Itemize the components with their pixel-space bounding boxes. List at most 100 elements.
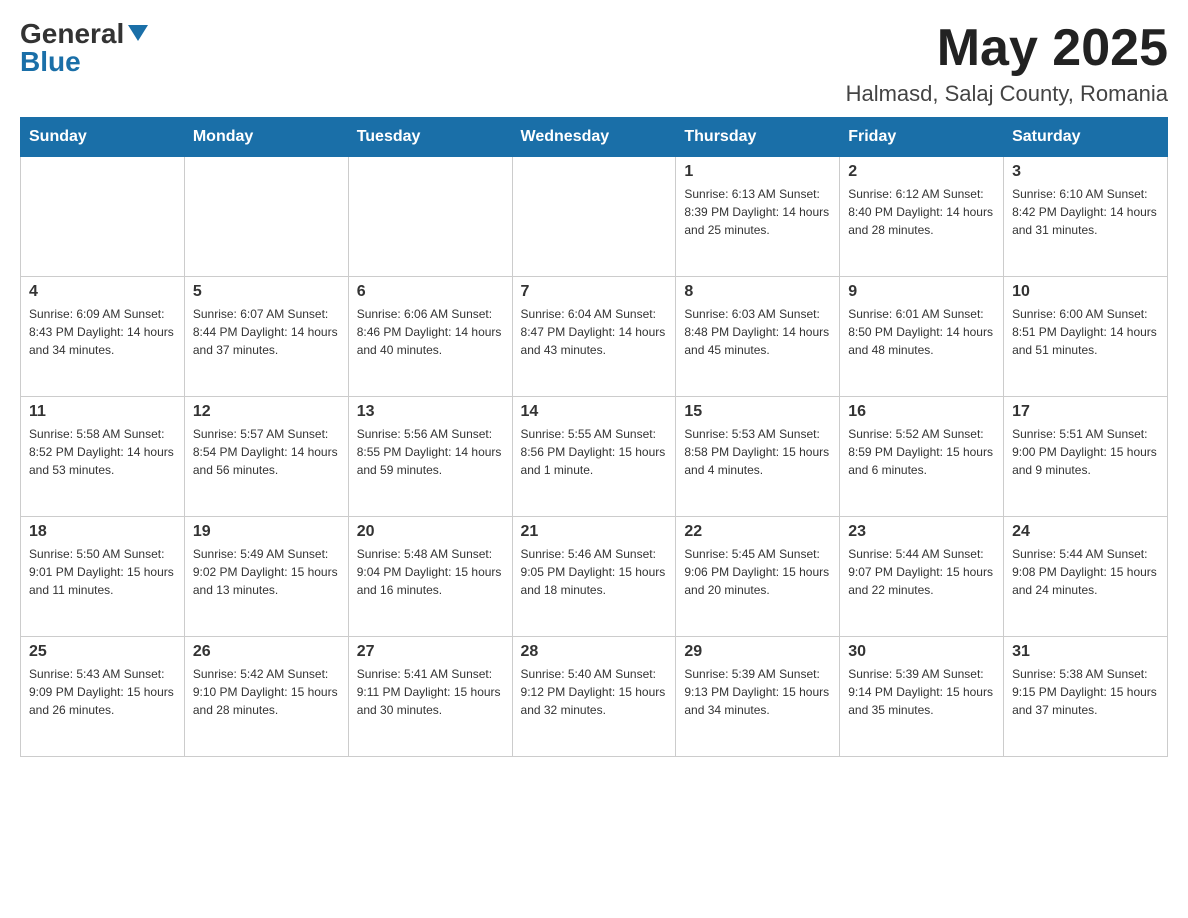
calendar-cell: 8 Sunrise: 6:03 AM Sunset: 8:48 PM Daylig… (676, 277, 840, 397)
day-number: 13 (357, 403, 504, 421)
day-info: Sunrise: 5:55 AM Sunset: 8:56 PM Dayligh… (521, 425, 668, 479)
weekday-header-sunday: Sunday (21, 118, 185, 157)
day-info: Sunrise: 6:06 AM Sunset: 8:46 PM Dayligh… (357, 305, 504, 359)
day-number: 12 (193, 403, 340, 421)
calendar-cell: 10 Sunrise: 6:00 AM Sunset: 8:51 PM Dayli… (1004, 277, 1168, 397)
calendar-table: SundayMondayTuesdayWednesdayThursdayFrid… (20, 117, 1168, 757)
calendar-cell: 7Sunrise: 6:04 AM Sunset: 8:47 PM Daylig… (512, 277, 676, 397)
calendar-week-row: 11Sunrise: 5:58 AM Sunset: 8:52 PM Dayli… (21, 397, 1168, 517)
calendar-cell: 26 Sunrise: 5:42 AM Sunset: 9:10 PM Dayli… (184, 637, 348, 757)
calendar-cell: 29 Sunrise: 5:39 AM Sunset: 9:13 PM Dayli… (676, 637, 840, 757)
calendar-cell: 9 Sunrise: 6:01 AM Sunset: 8:50 PM Daylig… (840, 277, 1004, 397)
calendar-cell: 14 Sunrise: 5:55 AM Sunset: 8:56 PM Dayli… (512, 397, 676, 517)
day-number: 22 (684, 523, 831, 541)
day-number: 24 (1012, 523, 1159, 541)
weekday-header-friday: Friday (840, 118, 1004, 157)
logo-triangle-icon (128, 25, 148, 41)
weekday-header-row: SundayMondayTuesdayWednesdayThursdayFrid… (21, 118, 1168, 157)
day-number: 29 (684, 643, 831, 661)
day-number: 8 (684, 283, 831, 301)
calendar-cell: 20 Sunrise: 5:48 AM Sunset: 9:04 PM Dayli… (348, 517, 512, 637)
day-info: Sunrise: 6:03 AM Sunset: 8:48 PM Dayligh… (684, 305, 831, 359)
day-info: Sunrise: 6:10 AM Sunset: 8:42 PM Dayligh… (1012, 185, 1159, 239)
day-number: 11 (29, 403, 176, 421)
calendar-cell: 21Sunrise: 5:46 AM Sunset: 9:05 PM Dayli… (512, 517, 676, 637)
calendar-cell: 27 Sunrise: 5:41 AM Sunset: 9:11 PM Dayli… (348, 637, 512, 757)
day-number: 15 (684, 403, 831, 421)
day-number: 23 (848, 523, 995, 541)
calendar-cell: 2Sunrise: 6:12 AM Sunset: 8:40 PM Daylig… (840, 157, 1004, 277)
day-info: Sunrise: 5:40 AM Sunset: 9:12 PM Dayligh… (521, 665, 668, 719)
day-number: 5 (193, 283, 340, 301)
weekday-header-saturday: Saturday (1004, 118, 1168, 157)
logo: General Blue (20, 20, 148, 76)
calendar-cell: 16Sunrise: 5:52 AM Sunset: 8:59 PM Dayli… (840, 397, 1004, 517)
day-info: Sunrise: 6:13 AM Sunset: 8:39 PM Dayligh… (684, 185, 831, 239)
day-number: 28 (521, 643, 668, 661)
calendar-cell (21, 157, 185, 277)
day-info: Sunrise: 5:41 AM Sunset: 9:11 PM Dayligh… (357, 665, 504, 719)
calendar-cell: 19 Sunrise: 5:49 AM Sunset: 9:02 PM Dayli… (184, 517, 348, 637)
day-info: Sunrise: 5:44 AM Sunset: 9:08 PM Dayligh… (1012, 545, 1159, 599)
day-number: 25 (29, 643, 176, 661)
weekday-header-thursday: Thursday (676, 118, 840, 157)
day-number: 20 (357, 523, 504, 541)
calendar-cell: 25 Sunrise: 5:43 AM Sunset: 9:09 PM Dayli… (21, 637, 185, 757)
day-info: Sunrise: 6:00 AM Sunset: 8:51 PM Dayligh… (1012, 305, 1159, 359)
day-number: 2 (848, 163, 995, 181)
calendar-cell: 31 Sunrise: 5:38 AM Sunset: 9:15 PM Dayli… (1004, 637, 1168, 757)
day-info: Sunrise: 6:01 AM Sunset: 8:50 PM Dayligh… (848, 305, 995, 359)
calendar-cell: 24 Sunrise: 5:44 AM Sunset: 9:08 PM Dayli… (1004, 517, 1168, 637)
day-info: Sunrise: 5:53 AM Sunset: 8:58 PM Dayligh… (684, 425, 831, 479)
calendar-cell: 30Sunrise: 5:39 AM Sunset: 9:14 PM Dayli… (840, 637, 1004, 757)
day-number: 14 (521, 403, 668, 421)
title-block: May 2025 Halmasd, Salaj County, Romania (846, 20, 1168, 107)
day-number: 27 (357, 643, 504, 661)
calendar-cell: 18 Sunrise: 5:50 AM Sunset: 9:01 PM Dayli… (21, 517, 185, 637)
day-info: Sunrise: 5:42 AM Sunset: 9:10 PM Dayligh… (193, 665, 340, 719)
calendar-cell: 3 Sunrise: 6:10 AM Sunset: 8:42 PM Daylig… (1004, 157, 1168, 277)
calendar-cell: 4Sunrise: 6:09 AM Sunset: 8:43 PM Daylig… (21, 277, 185, 397)
day-info: Sunrise: 5:39 AM Sunset: 9:13 PM Dayligh… (684, 665, 831, 719)
day-number: 19 (193, 523, 340, 541)
calendar-cell: 13 Sunrise: 5:56 AM Sunset: 8:55 PM Dayli… (348, 397, 512, 517)
calendar-cell: 22 Sunrise: 5:45 AM Sunset: 9:06 PM Dayli… (676, 517, 840, 637)
day-number: 10 (1012, 283, 1159, 301)
day-info: Sunrise: 5:43 AM Sunset: 9:09 PM Dayligh… (29, 665, 176, 719)
day-number: 9 (848, 283, 995, 301)
day-info: Sunrise: 5:49 AM Sunset: 9:02 PM Dayligh… (193, 545, 340, 599)
day-info: Sunrise: 5:45 AM Sunset: 9:06 PM Dayligh… (684, 545, 831, 599)
day-number: 31 (1012, 643, 1159, 661)
calendar-cell: 5Sunrise: 6:07 AM Sunset: 8:44 PM Daylig… (184, 277, 348, 397)
day-info: Sunrise: 5:52 AM Sunset: 8:59 PM Dayligh… (848, 425, 995, 479)
page-header: General Blue May 2025 Halmasd, Salaj Cou… (20, 20, 1168, 107)
day-number: 26 (193, 643, 340, 661)
weekday-header-tuesday: Tuesday (348, 118, 512, 157)
day-number: 18 (29, 523, 176, 541)
weekday-header-monday: Monday (184, 118, 348, 157)
day-info: Sunrise: 5:57 AM Sunset: 8:54 PM Dayligh… (193, 425, 340, 479)
location-title: Halmasd, Salaj County, Romania (846, 81, 1168, 107)
day-number: 17 (1012, 403, 1159, 421)
day-info: Sunrise: 5:50 AM Sunset: 9:01 PM Dayligh… (29, 545, 176, 599)
day-info: Sunrise: 5:48 AM Sunset: 9:04 PM Dayligh… (357, 545, 504, 599)
day-info: Sunrise: 5:44 AM Sunset: 9:07 PM Dayligh… (848, 545, 995, 599)
calendar-week-row: 18 Sunrise: 5:50 AM Sunset: 9:01 PM Dayli… (21, 517, 1168, 637)
calendar-cell: 11Sunrise: 5:58 AM Sunset: 8:52 PM Dayli… (21, 397, 185, 517)
logo-blue-text: Blue (20, 48, 81, 76)
calendar-week-row: 25 Sunrise: 5:43 AM Sunset: 9:09 PM Dayli… (21, 637, 1168, 757)
day-number: 7 (521, 283, 668, 301)
calendar-cell: 17Sunrise: 5:51 AM Sunset: 9:00 PM Dayli… (1004, 397, 1168, 517)
day-number: 4 (29, 283, 176, 301)
day-info: Sunrise: 5:46 AM Sunset: 9:05 PM Dayligh… (521, 545, 668, 599)
calendar-cell: 1Sunrise: 6:13 AM Sunset: 8:39 PM Daylig… (676, 157, 840, 277)
day-info: Sunrise: 5:56 AM Sunset: 8:55 PM Dayligh… (357, 425, 504, 479)
calendar-cell (184, 157, 348, 277)
month-title: May 2025 (846, 20, 1168, 77)
weekday-header-wednesday: Wednesday (512, 118, 676, 157)
calendar-cell: 12 Sunrise: 5:57 AM Sunset: 8:54 PM Dayli… (184, 397, 348, 517)
day-number: 3 (1012, 163, 1159, 181)
day-info: Sunrise: 5:38 AM Sunset: 9:15 PM Dayligh… (1012, 665, 1159, 719)
calendar-cell (348, 157, 512, 277)
calendar-cell (512, 157, 676, 277)
